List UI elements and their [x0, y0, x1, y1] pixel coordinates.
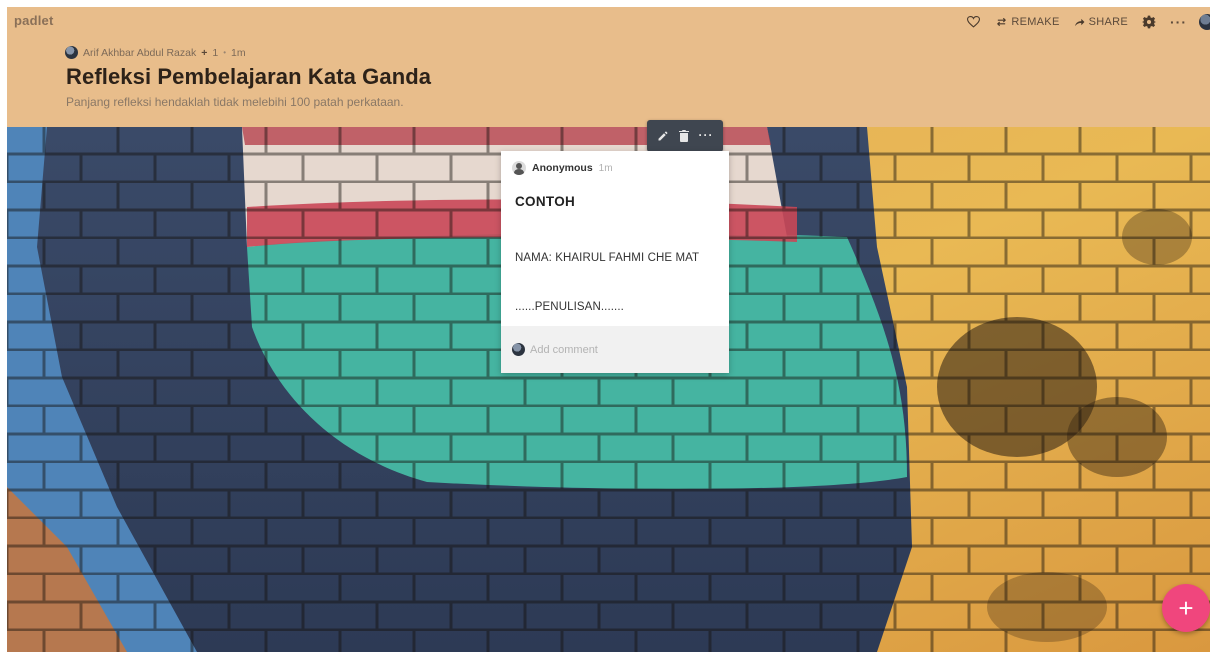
add-comment-input[interactable]	[530, 341, 710, 358]
post-more-button[interactable]: ···	[699, 128, 714, 142]
post-author-name: Anonymous	[532, 162, 593, 174]
delete-post-button[interactable]	[678, 130, 689, 142]
contributors-plus: +	[201, 46, 208, 59]
post-action-toolbar: ···	[647, 120, 723, 152]
add-post-button[interactable]: +	[1162, 584, 1210, 632]
post-body-line: ......PENULISAN.......	[515, 301, 624, 313]
contributors-count: 1	[212, 46, 219, 59]
user-avatar[interactable]	[1199, 14, 1210, 30]
board-description: Panjang refleksi hendaklah tidak melebih…	[66, 95, 404, 109]
pencil-icon	[658, 131, 667, 141]
post-time: 1m	[598, 162, 613, 174]
post-body-line: NAMA: KHAIRUL FAHMI CHE MAT	[515, 252, 700, 264]
board-title: Refleksi Pembelajaran Kata Ganda	[66, 64, 432, 89]
gear-icon	[1142, 15, 1156, 29]
board-meta: Arif Akhbar Abdul Razak + 1 • 1m	[65, 46, 246, 59]
share-button[interactable]: SHARE	[1074, 16, 1128, 28]
remake-button[interactable]: REMAKE	[996, 16, 1059, 28]
share-icon	[1074, 18, 1085, 26]
padlet-board: padlet REMAKE SHARE ··· Arif Akhbar Abdu…	[7, 7, 1210, 652]
padlet-logo[interactable]: padlet	[14, 13, 53, 28]
remake-icon	[997, 17, 1007, 27]
settings-button[interactable]	[1142, 15, 1156, 29]
author-name: Arif Akhbar Abdul Razak	[83, 46, 197, 59]
trash-icon	[678, 130, 689, 142]
more-menu-button[interactable]: ···	[1170, 14, 1187, 30]
post-author: Anonymous 1m	[512, 161, 613, 175]
like-button[interactable]	[967, 16, 981, 28]
board-header: padlet REMAKE SHARE ··· Arif Akhbar Abdu…	[7, 7, 1210, 127]
commenter-avatar	[512, 343, 525, 356]
heart-icon	[967, 16, 981, 28]
share-label: SHARE	[1088, 16, 1128, 28]
post-title: CONTOH	[515, 194, 576, 209]
post-card[interactable]: Anonymous 1m CONTOH NAMA: KHAIRUL FAHMI …	[501, 151, 729, 373]
remake-label: REMAKE	[1011, 16, 1060, 28]
anonymous-avatar	[512, 161, 526, 175]
board-time: 1m	[231, 46, 246, 59]
author-avatar	[65, 46, 78, 59]
edit-post-button[interactable]	[657, 130, 669, 142]
comment-bar	[501, 326, 729, 373]
meta-separator: •	[223, 48, 227, 57]
top-toolbar: REMAKE SHARE ···	[967, 11, 1210, 33]
